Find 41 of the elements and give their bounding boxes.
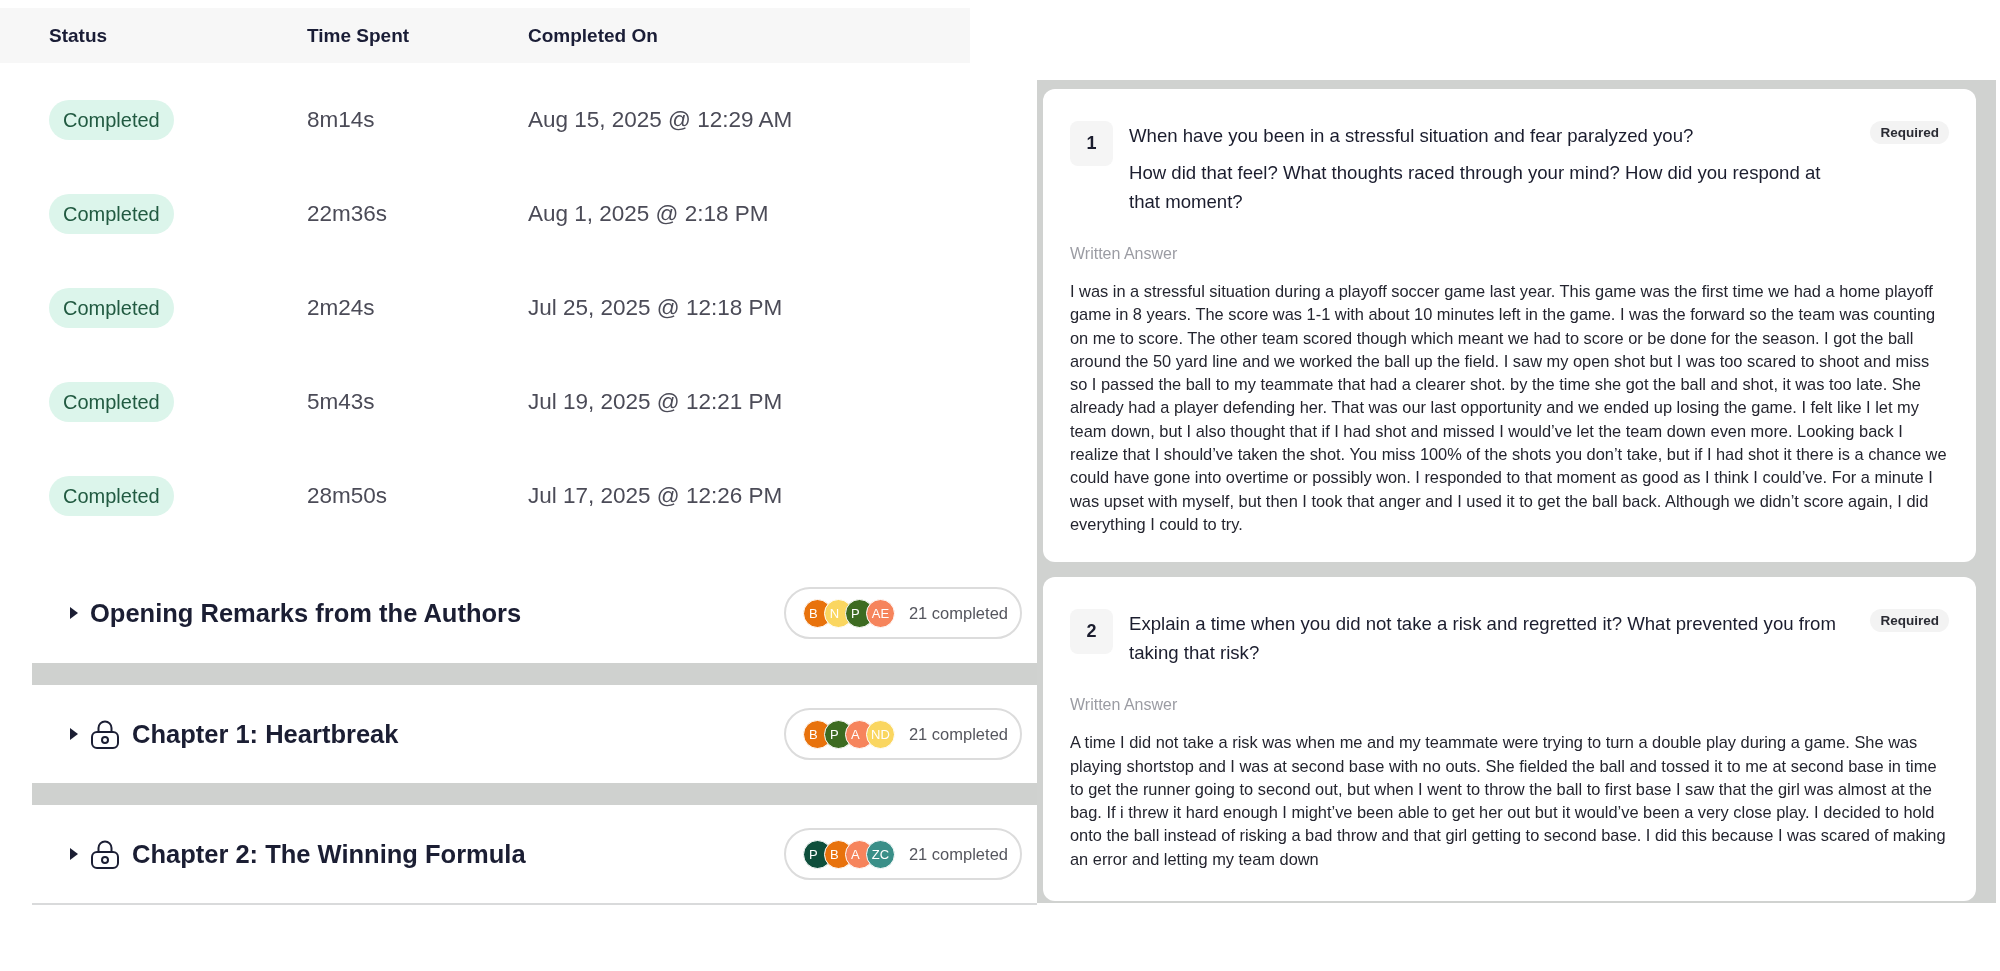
time-spent-text: 28m50s: [307, 483, 389, 509]
question-number: 1: [1070, 121, 1113, 166]
avatar: ND: [865, 719, 895, 749]
column-header: Completed On: [528, 24, 659, 47]
completed-date-text: Aug 1, 2025 @ 2:18 PM: [528, 201, 770, 227]
section-row[interactable]: Opening Remarks from the Authors B N P AE 21 completed: [32, 563, 1037, 663]
section-row[interactable]: Chapter 2: The Winning Formula P B A ZC 21 completed: [32, 805, 1037, 903]
question-text: How did that feel? What thoughts raced through your mind? How did you respond at that moment?: [1129, 161, 1822, 214]
status-badge: Completed: [49, 194, 174, 234]
required-badge: Required: [1870, 609, 1949, 633]
question-number: 2: [1070, 609, 1113, 655]
status-badge: Completed: [49, 476, 174, 516]
time-spent-text: 5m43s: [307, 389, 376, 415]
status-badge: Completed: [49, 382, 174, 422]
question-text: When have you been in a stressful situation and fear paralyzed you?: [1129, 124, 1695, 148]
section-title: Chapter 1: Heartbreak: [132, 719, 399, 749]
completed-date-text: Aug 15, 2025 @ 12:29 AM: [528, 107, 794, 133]
answer-label: Written Answer: [1070, 695, 1179, 716]
question-text: Explain a time when you did not take a risk and regretted it? What prevented you from taking that risk?: [1129, 612, 1837, 666]
column-header: Time Spent: [307, 24, 411, 47]
section-title: Opening Remarks from the Authors: [90, 598, 522, 628]
column-header: Status: [49, 24, 109, 47]
section-row[interactable]: Chapter 1: Heartbreak B P A ND 21 completed: [32, 685, 1037, 783]
status-badge: Completed: [49, 100, 174, 140]
answer-text: A time I did not take a risk was when me and my teammate were trying to turn a double play during a game. She was playing shortstop and I was at second base with no outs. She fielded the ball and tossed it to me at second base in time to get the runner going to second out, but when I went to throw the ball to first base I saw that the girl was almost at the bag. If i threw it hard enough I might’ve been able to get her out but it would’ve been a very close play. I decided to hold onto the ball instead of risking a bad throw and that girl getting to second base. I did this because I was scared of making an error and letting my team down: [1070, 732, 1947, 870]
time-spent-text: 22m36s: [307, 201, 389, 227]
avatar: ZC: [865, 839, 895, 869]
answer-label: Written Answer: [1070, 244, 1179, 264]
completion-count: 21 completed: [908, 844, 1008, 864]
status-badge: Completed: [49, 288, 174, 328]
required-badge: Required: [1870, 121, 1949, 144]
completed-date-text: Jul 25, 2025 @ 12:18 PM: [528, 295, 784, 321]
time-spent-text: 2m24s: [307, 295, 376, 321]
completed-date-text: Jul 17, 2025 @ 12:26 PM: [528, 483, 784, 509]
section-title: Chapter 2: The Winning Formula: [132, 839, 526, 869]
completed-date-text: Jul 19, 2025 @ 12:21 PM: [528, 389, 784, 415]
avatar: AE: [865, 598, 895, 628]
completion-count: 21 completed: [908, 603, 1008, 623]
answer-text: I was in a stressful situation during a playoff soccer game last year. This game was the first time we had a home playoff game in 8 years. The score was 1-1 with about 10 minutes left in the game. I was the forward so the team was counting on me to score. The other team scored though which meant we had to score or be done for the season. I got the ball around the 50 yard line and we worked the ball up the field. I saw my open shot but I was too scared to shoot and miss so I passed the ball to my teammate that had a clearer shot. by the time she got the ball and shot, it was too late. She already had a player defending her. That was our last opportunity and we ended up losing the game. I felt like I let my team down, but I also thought that if I had shot and missed I would’ve let the team down even more. Looking back I realize that I should’ve taken the shot. You miss 100% of the shots you don’t take, but if I had shot it there is a chance we could have gone into overtime or possibly won. I responded to that moment as good as I think I could’ve. For a minute I was upset with myself, but then I took that anger and I used it to get the ball back. Although we didn’t score again, I did everything I could to try.: [1070, 281, 1948, 535]
completion-count: 21 completed: [908, 724, 1008, 744]
time-spent-text: 8m14s: [307, 107, 376, 133]
